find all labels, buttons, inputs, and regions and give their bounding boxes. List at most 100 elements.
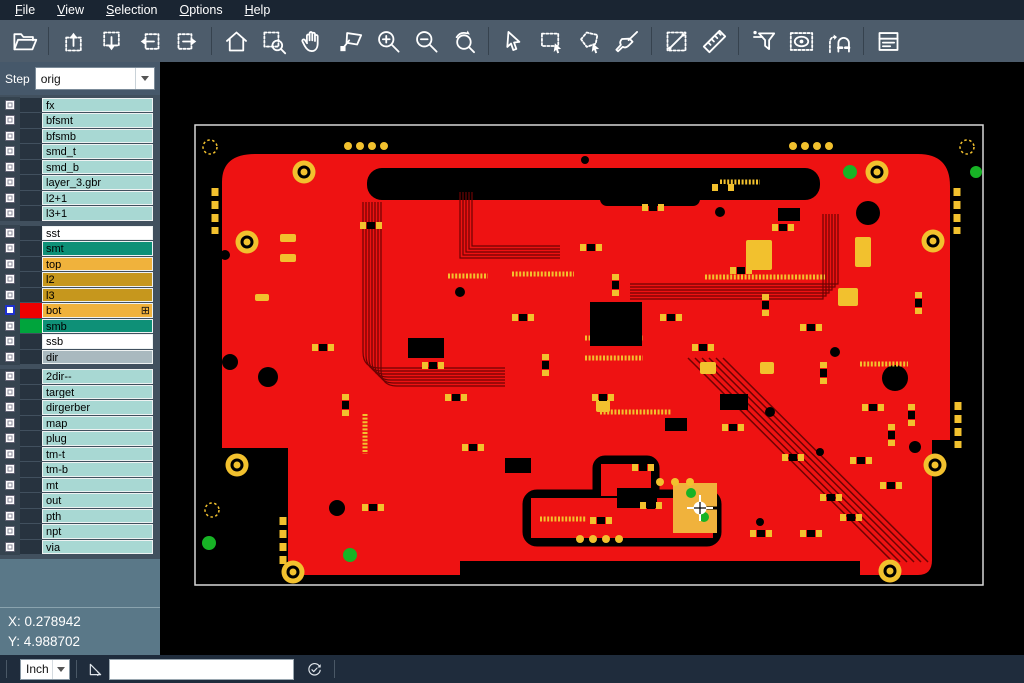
layer-name[interactable]: smd_b [42,160,153,175]
layer-name[interactable]: dirgerber [42,400,153,415]
layer-name[interactable]: via [42,540,153,555]
layer-name[interactable]: l3 [42,288,153,303]
layer-row-npt[interactable]: npt [0,524,160,540]
layer-name[interactable]: top [42,257,153,272]
measure-distance-button[interactable] [657,23,695,59]
select-cursor-button[interactable] [494,23,532,59]
zoom-area-button[interactable] [255,23,293,59]
layer-row-l3[interactable]: l3 [0,287,160,303]
layer-swatch-cell[interactable] [20,98,42,113]
layer-swatch-cell[interactable] [20,462,42,477]
layer-name[interactable]: mt [42,478,153,493]
layer-name[interactable]: tm-t [42,447,153,462]
layer-name[interactable]: l2 [42,272,153,287]
shift-up-button[interactable] [54,23,92,59]
layer-row-fx[interactable]: fx [0,97,160,113]
layer-checkbox[interactable] [5,495,15,505]
layer-checkbox[interactable] [5,146,15,156]
layer-swatch-cell[interactable] [20,144,42,159]
shift-right-button[interactable] [168,23,206,59]
layer-name[interactable]: bfsmt [42,113,153,128]
layer-row-smd_b[interactable]: smd_b [0,159,160,175]
layer-swatch-cell[interactable] [20,206,42,221]
layer-name[interactable]: smb [42,319,153,334]
layer-name[interactable]: sst [42,226,153,241]
layer-color-swatch[interactable] [20,319,42,334]
unit-select[interactable]: Inch [20,659,70,680]
layer-checkbox[interactable] [5,115,15,125]
layer-checkbox[interactable] [5,542,15,552]
layer-checkbox[interactable] [5,371,15,381]
step-select[interactable]: orig [35,67,155,90]
layer-name[interactable]: 2dir-- [42,369,153,384]
layer-row-tm-b[interactable]: tm-b [0,462,160,478]
measure-ruler-button[interactable] [695,23,733,59]
layer-row-smd_t[interactable]: smd_t [0,144,160,160]
layer-swatch-cell[interactable] [20,350,42,365]
layer-checkbox[interactable] [5,336,15,346]
layer-row-2dir--[interactable]: 2dir-- [0,369,160,385]
layer-checkbox[interactable] [5,305,15,315]
layer-swatch-cell[interactable] [20,334,42,349]
layer-panel-button[interactable] [869,23,907,59]
layer-name[interactable]: pth [42,509,153,524]
layer-name[interactable]: smd_t [42,144,153,159]
layer-checkbox[interactable] [5,418,15,428]
layer-swatch-cell[interactable] [20,241,42,256]
select-rect-button[interactable] [532,23,570,59]
layer-row-plug[interactable]: plug [0,431,160,447]
layer-swatch-cell[interactable] [20,431,42,446]
layer-row-layer_3.gbr[interactable]: layer_3.gbr [0,175,160,191]
layer-row-ssb[interactable]: ssb [0,334,160,350]
layer-checkbox[interactable] [5,464,15,474]
chevron-down-icon[interactable] [52,660,69,679]
layer-swatch-cell[interactable] [20,129,42,144]
angle-measure-icon[interactable] [83,657,107,681]
layer-checkbox[interactable] [5,177,15,187]
menu-help[interactable]: Help [234,0,282,20]
layer-checkbox[interactable] [5,228,15,238]
layer-checkbox[interactable] [5,274,15,284]
layer-row-via[interactable]: via [0,539,160,555]
layer-row-l3+1[interactable]: l3+1 [0,206,160,222]
layer-checkbox[interactable] [5,208,15,218]
layer-swatch-cell[interactable] [20,288,42,303]
layer-swatch-cell[interactable] [20,416,42,431]
select-polygon-button[interactable] [570,23,608,59]
view-region-button[interactable] [782,23,820,59]
layer-swatch-cell[interactable] [20,160,42,175]
pcb-canvas[interactable] [160,62,1024,655]
layer-swatch-cell[interactable] [20,369,42,384]
layer-name[interactable]: tm-b [42,462,153,477]
layer-row-dir[interactable]: dir [0,349,160,365]
layer-swatch-cell[interactable] [20,400,42,415]
layer-name[interactable]: dir [42,350,153,365]
layer-row-mt[interactable]: mt [0,477,160,493]
layer-swatch-cell[interactable] [20,385,42,400]
open-file-button[interactable] [5,23,43,59]
layer-checkbox[interactable] [5,100,15,110]
layer-checkbox[interactable] [5,259,15,269]
command-input[interactable] [109,659,294,680]
snap-angle-button[interactable] [820,23,858,59]
clean-brush-button[interactable] [608,23,646,59]
layer-checkbox[interactable] [5,387,15,397]
layer-row-l2+1[interactable]: l2+1 [0,190,160,206]
layer-row-smb[interactable]: smb [0,318,160,334]
layer-row-smt[interactable]: smt [0,241,160,257]
layer-swatch-cell[interactable] [20,226,42,241]
layer-checkbox[interactable] [5,480,15,490]
layer-row-map[interactable]: map [0,415,160,431]
layer-swatch-cell[interactable] [20,540,42,555]
layer-checkbox[interactable] [5,449,15,459]
layer-name[interactable]: fx [42,98,153,113]
layer-swatch-cell[interactable] [20,509,42,524]
layer-swatch-cell[interactable] [20,524,42,539]
refresh-icon[interactable] [302,657,326,681]
menu-view[interactable]: View [46,0,95,20]
shift-down-button[interactable] [92,23,130,59]
menu-file[interactable]: File [4,0,46,20]
layer-row-bfsmt[interactable]: bfsmt [0,113,160,129]
menu-selection[interactable]: Selection [95,0,168,20]
layer-name[interactable]: l3+1 [42,206,153,221]
